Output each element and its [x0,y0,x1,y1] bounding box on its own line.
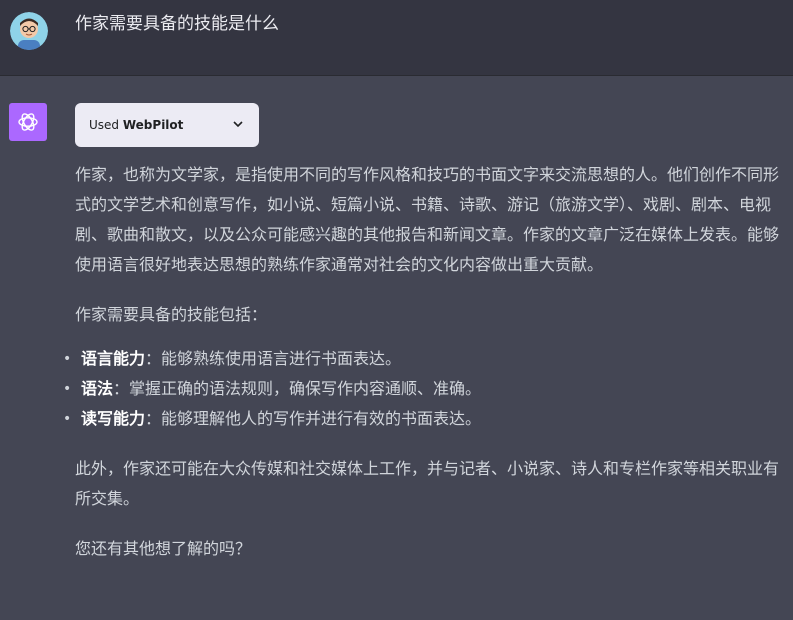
list-item: 读写能力：能够理解他人的写作并进行有效的书面表达。 [63,404,783,434]
skill-name: 语言能力 [81,349,146,368]
response-paragraph: 此外，作家还可能在大众传媒和社交媒体上工作，并与记者、小说家、诗人和专栏作家等相… [75,459,780,508]
response-paragraph: 作家需要具备的技能包括： [75,305,268,324]
user-message-row: 作家需要具备的技能是什么 [0,0,793,76]
plugin-used-dropdown[interactable]: Used WebPilot [75,103,259,147]
plugin-name: WebPilot [122,118,184,132]
chevron-down-icon [231,117,245,134]
assistant-message-row: Used WebPilot 作家，也称为文学家，是指使用不同的写作风格和技巧的书… [0,76,793,620]
plugin-label: Used WebPilot [89,118,184,132]
skill-description: ：能够理解他人的写作并进行有效的书面表达。 [145,409,482,428]
list-item: 语法：掌握正确的语法规则，确保写作内容通顺、准确。 [63,374,783,404]
response-paragraph: 作家，也称为文学家，是指使用不同的写作风格和技巧的书面文字来交流思想的人。他们创… [75,165,780,274]
user-message-text: 作家需要具备的技能是什么 [75,14,279,34]
skill-name: 读写能力 [81,409,146,428]
openai-logo-icon [9,103,47,141]
skill-description: ：掌握正确的语法规则，确保写作内容通顺、准确。 [113,379,482,398]
skills-list: 语言能力：能够熟练使用语言进行书面表达。 语法：掌握正确的语法规则，确保写作内容… [63,344,783,434]
user-avatar-icon [10,12,48,50]
skill-description: ：能够熟练使用语言进行书面表达。 [145,349,402,368]
list-item: 语言能力：能够熟练使用语言进行书面表达。 [63,344,783,374]
assistant-response: 作家，也称为文学家，是指使用不同的写作风格和技巧的书面文字来交流思想的人。他们创… [63,160,783,564]
response-paragraph: 您还有其他想了解的吗？ [75,539,252,558]
skill-name: 语法 [81,379,114,398]
